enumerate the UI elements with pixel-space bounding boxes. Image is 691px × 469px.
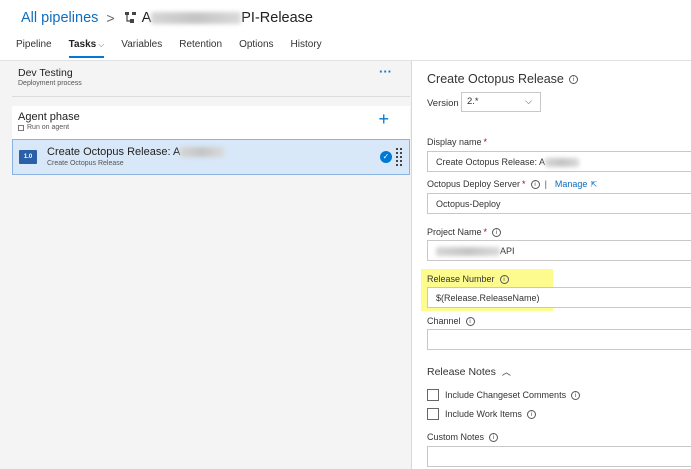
breadcrumb: All pipelines > A PI-Release — [21, 8, 313, 28]
required-mark: * — [483, 227, 488, 237]
release-pipeline-icon — [124, 12, 136, 23]
tab-retention[interactable]: Retention — [179, 39, 222, 58]
phase-subtitle-text: Run on agent — [27, 124, 70, 131]
pipeline-title: A PI-Release — [142, 10, 313, 26]
task-version-badge: 1.0 — [23, 154, 33, 160]
stage-header[interactable]: Dev Testing Deployment process ··· — [12, 61, 410, 91]
redacted-text — [545, 158, 580, 168]
info-icon[interactable]: i — [489, 432, 499, 442]
phase-name: Agent phase — [18, 111, 80, 123]
external-link-icon: ⇱ — [590, 179, 598, 189]
custom-notes-label-text: Custom Notes — [427, 432, 485, 442]
task-detail-panel: Create Octopus Release i Version 2.* ⌵ Di… — [421, 61, 691, 469]
tab-variables[interactable]: Variables — [121, 39, 162, 58]
include-changeset-label: Include Changeset Comments — [445, 390, 567, 400]
separator: | — [544, 179, 547, 189]
include-changeset-checkbox[interactable] — [427, 389, 439, 401]
redacted-text — [436, 247, 500, 257]
info-icon[interactable]: i — [571, 390, 581, 400]
pipeline-title-prefix: A — [141, 10, 152, 26]
more-options-icon[interactable]: ··· — [379, 64, 392, 79]
process-panel: Dev Testing Deployment process ··· Agent… — [0, 61, 412, 469]
custom-notes-label: Custom Notes i — [427, 432, 499, 442]
release-number-label-text: Release Number — [427, 274, 495, 284]
redacted-text — [151, 12, 242, 25]
include-work-items-row: Include Work Items i — [427, 408, 536, 420]
phase-subtitle: Run on agent — [18, 124, 69, 131]
tab-history[interactable]: History — [291, 39, 322, 58]
display-name-label: Display name * — [427, 137, 487, 147]
tab-pipeline[interactable]: Pipeline — [16, 39, 52, 58]
info-icon[interactable]: i — [530, 179, 540, 189]
octopus-server-field[interactable]: Octopus-Deploy — [427, 193, 691, 214]
tab-options[interactable]: Options — [239, 39, 273, 58]
include-changeset-row: Include Changeset Comments i — [427, 389, 581, 401]
required-mark: * — [522, 179, 526, 189]
agent-icon — [18, 124, 24, 131]
chevron-down-icon: ⌵ — [98, 40, 105, 49]
redacted-text — [180, 147, 225, 158]
drag-handle-icon[interactable] — [396, 148, 404, 166]
release-notes-label: Release Notes — [427, 365, 496, 378]
include-work-items-label: Include Work Items — [445, 409, 522, 419]
breadcrumb-separator: > — [106, 10, 115, 26]
version-label: Version — [427, 98, 459, 109]
pipeline-title-suffix: PI-Release — [241, 10, 313, 26]
release-number-field[interactable]: $(Release.ReleaseName) — [427, 287, 691, 308]
project-name-value: API — [500, 246, 515, 256]
server-label-text: Octopus Deploy Server — [427, 179, 521, 189]
release-notes-section-header[interactable]: Release Notes ︿ — [427, 365, 511, 378]
all-pipelines-link[interactable]: All pipelines — [21, 10, 98, 26]
server-label: Octopus Deploy Server * i | Manage ⇱ — [427, 179, 597, 189]
display-name-field[interactable]: Create Octopus Release: A — [427, 151, 691, 172]
tab-bar: Pipeline Tasks ⌵ Variables Retention Opti… — [16, 39, 339, 58]
chevron-up-icon: ︿ — [501, 367, 511, 377]
task-row-create-octopus-release[interactable]: 1.0 Create Octopus Release: A Create Oct… — [12, 139, 410, 175]
display-name-value: Create Octopus Release: A — [436, 157, 546, 167]
channel-label: Channel i — [427, 316, 475, 326]
version-value: 2.* — [467, 96, 479, 107]
project-name-label: Project Name * i — [427, 227, 502, 237]
project-name-field[interactable]: API — [427, 240, 691, 261]
release-number-label: Release Number i — [427, 274, 509, 284]
custom-notes-field[interactable] — [427, 446, 691, 467]
channel-label-text: Channel — [427, 316, 461, 326]
info-icon[interactable]: i — [499, 274, 509, 284]
channel-field[interactable] — [427, 329, 691, 350]
include-work-items-checkbox[interactable] — [427, 408, 439, 420]
tab-tasks-label: Tasks — [68, 39, 97, 50]
task-name: Create Octopus Release: A — [47, 146, 225, 158]
task-name-text: Create Octopus Release: A — [47, 146, 181, 158]
detail-title: Create Octopus Release i — [427, 72, 578, 86]
info-icon[interactable]: i — [492, 227, 502, 237]
stage-name: Dev Testing — [18, 67, 73, 79]
version-dropdown[interactable]: 2.* ⌵ — [461, 92, 541, 112]
agent-phase[interactable]: Agent phase Run on agent + — [12, 106, 410, 142]
octopus-task-icon: 1.0 — [19, 150, 37, 164]
enabled-check-icon[interactable]: ✓ — [380, 151, 392, 163]
project-name-label-text: Project Name — [427, 227, 482, 237]
required-mark: * — [483, 137, 488, 147]
info-icon[interactable]: i — [526, 409, 536, 419]
tab-tasks[interactable]: Tasks ⌵ — [68, 39, 105, 58]
add-task-icon[interactable]: + — [378, 109, 389, 129]
info-icon[interactable]: i — [568, 75, 578, 85]
stage-divider — [12, 96, 410, 97]
stage-subtitle: Deployment process — [18, 80, 82, 87]
info-icon[interactable]: i — [465, 316, 475, 326]
manage-link[interactable]: Manage — [555, 179, 588, 189]
detail-title-text: Create Octopus Release — [427, 72, 564, 86]
chevron-down-icon: ⌵ — [525, 96, 532, 106]
task-subtitle: Create Octopus Release — [47, 160, 124, 167]
display-name-label-text: Display name — [427, 137, 482, 147]
